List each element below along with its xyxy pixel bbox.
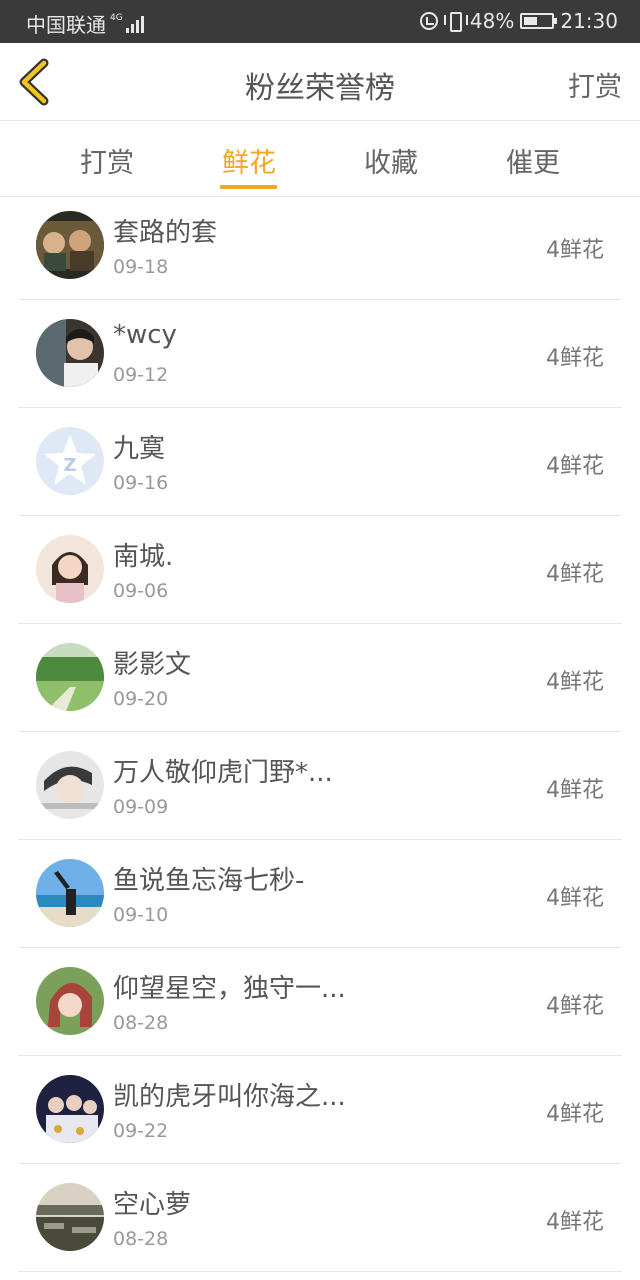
fan-date: 09-10	[113, 904, 169, 926]
fan-name: 南城.	[113, 542, 174, 572]
list-item[interactable]: 凯的虎牙叫你海之... 09-22 4鲜花	[18, 1056, 622, 1164]
list-item[interactable]: 南城. 09-06 4鲜花	[18, 516, 622, 624]
avatar	[36, 643, 104, 711]
battery-percent: 48%	[469, 9, 515, 33]
carrier-name: 中国联通	[26, 13, 106, 37]
fan-name: 影影文	[113, 650, 192, 680]
svg-text:Z: Z	[63, 455, 76, 476]
tab-bar: 打赏 鲜花 收藏 催更	[0, 121, 640, 197]
fan-name: *wcy	[113, 320, 177, 350]
tab-reward[interactable]: 打赏	[67, 141, 147, 180]
tab-flowers[interactable]: 鲜花	[209, 141, 289, 180]
clock: 21:30	[560, 9, 618, 33]
battery-icon	[520, 13, 558, 29]
avatar	[36, 211, 104, 279]
flower-count: 4鲜花	[546, 562, 604, 587]
fan-date: 09-12	[113, 364, 169, 386]
fan-date: 09-20	[113, 688, 169, 710]
flower-count: 4鲜花	[546, 454, 604, 479]
flower-count: 4鲜花	[546, 1102, 604, 1127]
flower-count: 4鲜花	[546, 994, 604, 1019]
fan-name: 九寞	[113, 434, 166, 464]
flower-count: 4鲜花	[546, 670, 604, 695]
fan-date: 09-09	[113, 796, 169, 818]
list-item[interactable]: Z 九寞 09-16 4鲜花	[18, 408, 622, 516]
fan-date: 08-28	[113, 1228, 169, 1250]
avatar: Z	[36, 427, 104, 495]
fan-date: 09-18	[113, 256, 169, 278]
fan-date: 09-16	[113, 472, 169, 494]
fan-date: 09-06	[113, 580, 169, 602]
avatar	[36, 967, 104, 1035]
status-bar: 中国联通 4G 48% 21:30	[0, 0, 640, 43]
fan-date: 09-22	[113, 1120, 169, 1142]
list-item[interactable]: *wcy 09-12 4鲜花	[18, 300, 622, 408]
list-item[interactable]: 套路的套 09-18 4鲜花	[18, 192, 622, 300]
fan-name: 空心萝	[113, 1190, 192, 1220]
avatar	[36, 859, 104, 927]
list-item[interactable]: 空心萝 08-28 4鲜花	[18, 1164, 622, 1272]
fan-list: 套路的套 09-18 4鲜花 *wcy 09-12 4鲜花 Z 九寞 09-16…	[18, 192, 622, 1272]
flower-count: 4鲜花	[546, 1210, 604, 1235]
list-item[interactable]: 万人敬仰虎门野*... 09-09 4鲜花	[18, 732, 622, 840]
fan-name: 鱼说鱼忘海七秒-	[113, 866, 305, 896]
avatar	[36, 535, 104, 603]
app-header: 粉丝荣誉榜 打赏	[0, 43, 640, 121]
fan-date: 08-28	[113, 1012, 169, 1034]
flower-count: 4鲜花	[546, 886, 604, 911]
status-right: 48% 21:30	[419, 9, 618, 33]
network-type: 4G	[110, 13, 123, 23]
fan-name: 凯的虎牙叫你海之...	[113, 1082, 346, 1112]
data-saver-icon	[419, 12, 438, 30]
reward-button[interactable]: 打赏	[568, 65, 622, 104]
list-item[interactable]: 鱼说鱼忘海七秒- 09-10 4鲜花	[18, 840, 622, 948]
signal-icon	[125, 15, 144, 33]
flower-count: 4鲜花	[546, 238, 604, 263]
flower-count: 4鲜花	[546, 778, 604, 803]
tab-urge-update[interactable]: 催更	[493, 141, 573, 180]
avatar	[36, 319, 104, 387]
list-item[interactable]: 影影文 09-20 4鲜花	[18, 624, 622, 732]
fan-name: 仰望星空，独守一...	[113, 974, 346, 1004]
list-item[interactable]: 仰望星空，独守一... 08-28 4鲜花	[18, 948, 622, 1056]
avatar	[36, 1075, 104, 1143]
tab-favorites[interactable]: 收藏	[351, 141, 431, 180]
vibrate-icon	[443, 11, 468, 32]
fan-name: 套路的套	[113, 218, 218, 248]
flower-count: 4鲜花	[546, 346, 604, 371]
fan-name: 万人敬仰虎门野*...	[113, 758, 333, 788]
avatar	[36, 1183, 104, 1251]
active-tab-indicator	[220, 185, 277, 189]
page-title: 粉丝荣誉榜	[245, 71, 395, 106]
avatar	[36, 751, 104, 819]
status-left: 中国联通 4G	[26, 9, 144, 38]
